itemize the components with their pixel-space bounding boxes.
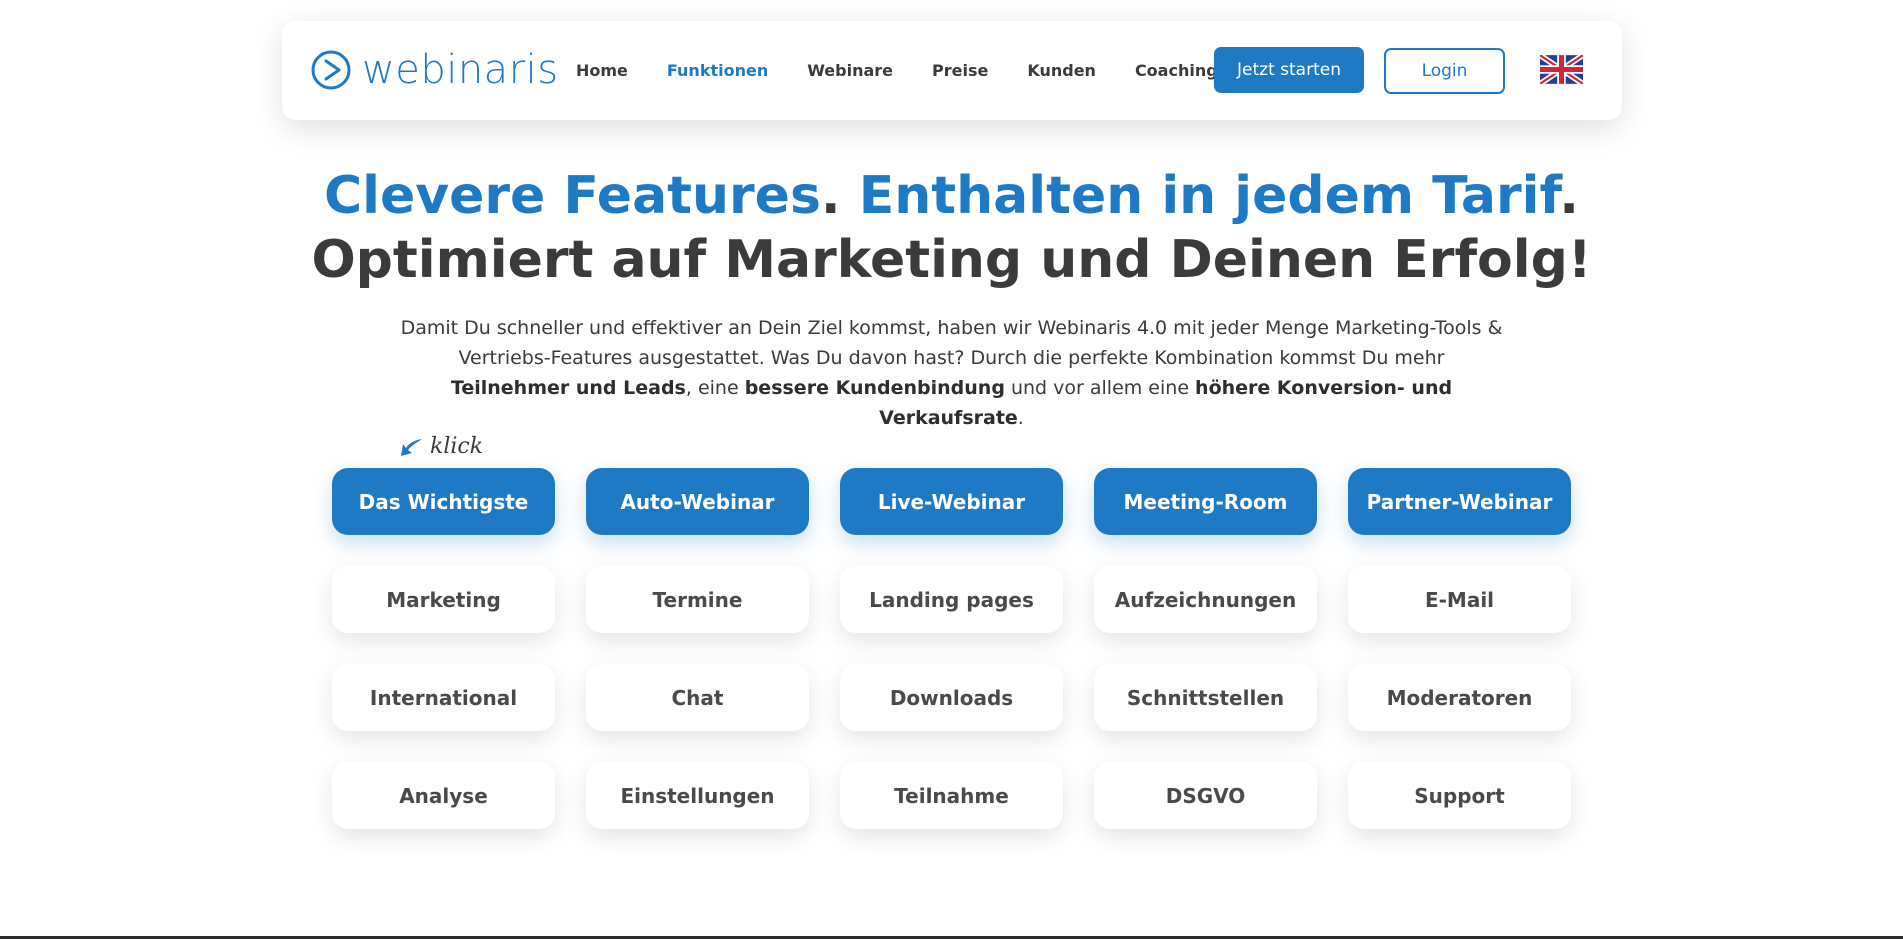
start-now-button[interactable]: Jetzt starten [1214,47,1364,93]
headline-tarif: Enthalten in jedem Tarif [858,166,1560,226]
intro-text-4: . [1017,407,1024,429]
feature-analyse[interactable]: Analyse [332,762,555,829]
login-button[interactable]: Login [1384,48,1505,94]
headline-features: Clevere Features [323,166,821,226]
uk-flag-icon[interactable] [1540,55,1583,84]
feature-das-wichtigste[interactable]: Das Wichtigste [332,468,555,535]
feature-meeting-room[interactable]: Meeting-Room [1094,468,1317,535]
intro-paragraph: Damit Du schneller und effektiver an Dei… [400,313,1503,433]
feature-chat[interactable]: Chat [586,664,809,731]
feature-teilnahme[interactable]: Teilnahme [840,762,1063,829]
feature-aufzeichnungen[interactable]: Aufzeichnungen [1094,566,1317,633]
page-headline: Clevere Features. Enthalten in jedem Tar… [0,164,1903,292]
headline-period: . [1559,166,1580,226]
nav-link-funktionen[interactable]: Funktionen [667,61,768,80]
klick-hint: klick [398,434,483,459]
webinaris-logo[interactable]: webinaris [310,47,559,93]
feature-tiles: Das Wichtigste Auto-Webinar Live-Webinar… [332,468,1572,829]
top-navbar: webinaris Home Funktionen Webinare Preis… [282,21,1622,120]
intro-bold-kundenbindung: bessere Kundenbindung [744,377,1005,399]
nav-link-webinare[interactable]: Webinare [807,61,893,80]
feature-auto-webinar[interactable]: Auto-Webinar [586,468,809,535]
feature-international[interactable]: International [332,664,555,731]
nav-link-preise[interactable]: Preise [932,61,988,80]
headline-line-2: Optimiert auf Marketing und Deinen Erfol… [311,230,1592,290]
feature-marketing[interactable]: Marketing [332,566,555,633]
logo-text: webinaris [362,47,559,93]
nav-link-coaching[interactable]: Coaching [1135,61,1218,80]
feature-moderatoren[interactable]: Moderatoren [1348,664,1571,731]
headline-separator: . [820,166,859,226]
intro-text-3: und vor allem eine [1004,377,1196,399]
play-circle-icon [311,50,351,90]
feature-einstellungen[interactable]: Einstellungen [586,762,809,829]
feature-dsgvo[interactable]: DSGVO [1094,762,1317,829]
klick-label: klick [430,434,484,459]
nav-link-home[interactable]: Home [576,61,628,80]
arrow-down-left-icon [401,438,422,456]
main-navigation: Home Funktionen Webinare Preise Kunden C… [576,21,1257,120]
nav-link-kunden[interactable]: Kunden [1027,61,1096,80]
feature-landing-pages[interactable]: Landing pages [840,566,1063,633]
headline-line-1: Clevere Features. Enthalten in jedem Tar… [0,164,1903,228]
feature-live-webinar[interactable]: Live-Webinar [840,468,1063,535]
feature-support[interactable]: Support [1348,762,1571,829]
feature-partner-webinar[interactable]: Partner-Webinar [1348,468,1571,535]
feature-e-mail[interactable]: E-Mail [1348,566,1571,633]
feature-downloads[interactable]: Downloads [840,664,1063,731]
feature-termine[interactable]: Termine [586,566,809,633]
intro-text-1: Damit Du schneller und effektiver an Dei… [400,317,1503,369]
intro-bold-leads: Teilnehmer und Leads [450,377,686,399]
feature-schnittstellen[interactable]: Schnittstellen [1094,664,1317,731]
intro-text-2: , eine [685,377,745,399]
